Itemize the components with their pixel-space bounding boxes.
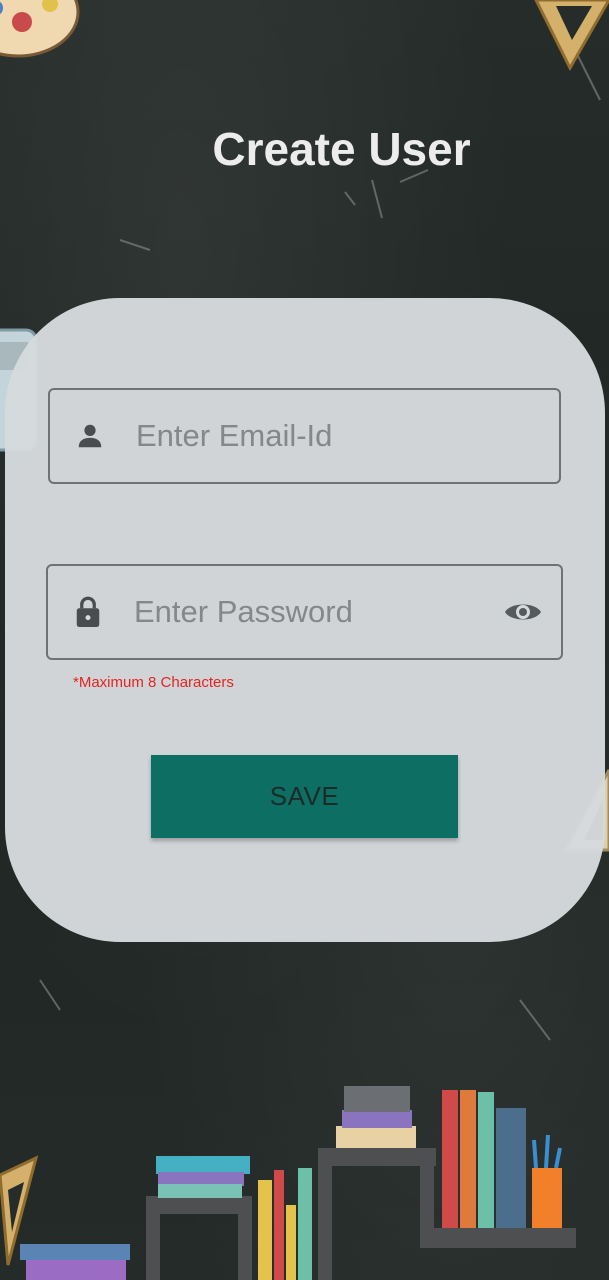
email-input[interactable] — [136, 390, 476, 482]
password-hint: *Maximum 8 Characters — [73, 674, 234, 691]
password-field[interactable] — [46, 564, 563, 660]
password-input[interactable] — [134, 566, 474, 658]
eye-icon[interactable] — [503, 592, 543, 632]
bookshelf-decoration — [20, 1086, 576, 1280]
palette-decoration — [0, 0, 80, 58]
lock-icon — [72, 596, 104, 628]
save-button[interactable]: SAVE — [151, 755, 458, 838]
email-field[interactable] — [48, 388, 561, 484]
page-title: Create User — [212, 123, 471, 175]
triangle-ruler-decoration — [534, 0, 609, 72]
person-icon — [74, 420, 106, 452]
